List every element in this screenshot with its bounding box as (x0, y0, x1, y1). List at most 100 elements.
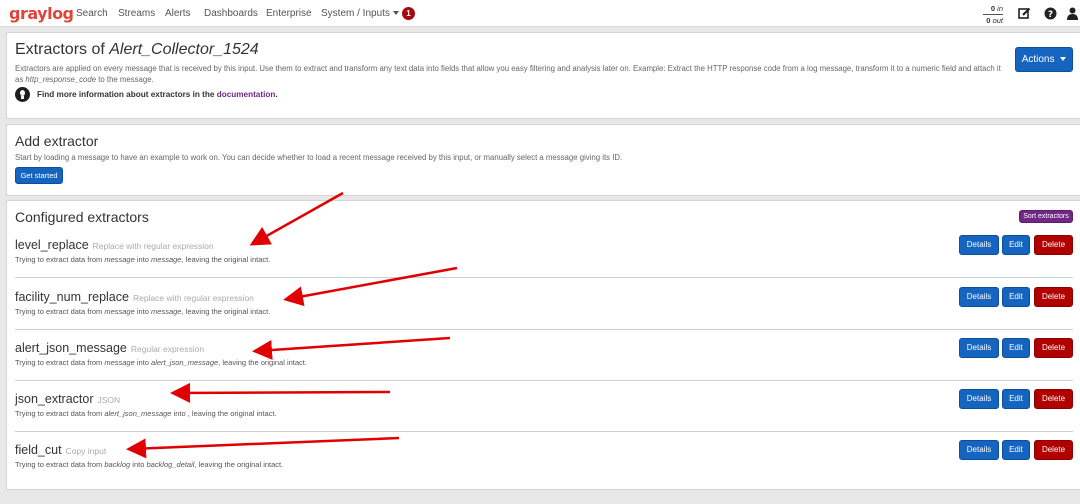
target-field: backlog_detail (146, 460, 195, 469)
tip-end: . (275, 90, 278, 99)
desc-prefix: Trying to extract data from (15, 460, 105, 469)
extractor-row: level_replace Replace with regular expres… (7, 234, 1080, 278)
extractor-name: json_extractor (15, 392, 94, 406)
throughput-out-unit: out (992, 16, 1003, 25)
desc-suffix: , leaving the original intact. (194, 460, 284, 469)
throughput-indicator[interactable]: 0 in 0 out (983, 4, 1003, 25)
get-started-button[interactable]: Get started (15, 167, 63, 184)
throughput-in-unit: in (997, 4, 1003, 13)
desc-into: into (134, 358, 152, 367)
extractor-row: alert_json_message Regular expression Tryi… (7, 337, 1080, 381)
edit-button[interactable]: Edit (1002, 389, 1030, 409)
extractor-name: facility_num_replace (15, 290, 129, 304)
page-title: Extractors of Alert_Collector_1524 (15, 41, 259, 59)
description-part-1: Extractors are applied on every message … (15, 64, 1001, 84)
actions-button[interactable]: Actions (1015, 47, 1073, 72)
add-extractor-description: Start by loading a message to have an ex… (15, 153, 623, 162)
delete-button[interactable]: Delete (1034, 338, 1073, 358)
extractor-title: field_cut Copy input (15, 443, 106, 457)
source-field: message (104, 255, 135, 264)
desc-into: into (171, 409, 188, 418)
chevron-down-icon (1060, 57, 1067, 62)
delete-button[interactable]: Delete (1034, 389, 1073, 409)
extractor-description: Trying to extract data from backlog into… (15, 460, 283, 469)
chevron-down-icon (392, 11, 399, 16)
nav-enterprise[interactable]: Enterprise (266, 8, 312, 19)
extractors-header-panel: Extractors of Alert_Collector_1524 Extra… (6, 32, 1080, 119)
row-divider (15, 380, 1073, 381)
row-divider (15, 329, 1073, 330)
nav-system-label: System / Inputs (321, 8, 390, 19)
nav-system-inputs[interactable]: System / Inputs (321, 8, 399, 19)
graylog-logo[interactable]: graylog (9, 4, 74, 23)
desc-suffix: , leaving the original intact. (218, 358, 307, 367)
user-icon[interactable] (1067, 7, 1078, 20)
details-button[interactable]: Details (959, 235, 999, 255)
sort-extractors-button[interactable]: Sort extractors (1019, 210, 1073, 223)
extractor-title: json_extractor JSON (15, 392, 120, 406)
notification-badge[interactable]: 1 (402, 7, 415, 20)
desc-into: into (130, 460, 147, 469)
desc-prefix: Trying to extract data from (15, 409, 105, 418)
row-divider (15, 431, 1073, 432)
extractor-type: Replace with regular expression (132, 293, 254, 303)
details-button[interactable]: Details (959, 440, 999, 460)
extractor-name: field_cut (15, 443, 62, 457)
nav-dashboards[interactable]: Dashboards (204, 8, 258, 19)
desc-suffix: , leaving the original intact. (181, 255, 271, 264)
extractor-type: JSON (97, 395, 121, 405)
top-navbar: graylog Search Streams Alerts Dashboards… (0, 0, 1080, 27)
extractor-type: Replace with regular expression (92, 241, 214, 251)
edit-button[interactable]: Edit (1002, 235, 1030, 255)
extractor-description: Trying to extract data from message into… (15, 358, 307, 367)
desc-suffix: , leaving the original intact. (181, 307, 271, 316)
target-field: alert_json_message (151, 358, 219, 367)
edit-button[interactable]: Edit (1002, 338, 1030, 358)
details-button[interactable]: Details (959, 338, 999, 358)
nav-streams[interactable]: Streams (118, 8, 155, 19)
details-button[interactable]: Details (959, 287, 999, 307)
extractor-description: Trying to extract data from message into… (15, 307, 270, 316)
description-field: http_response_code (25, 75, 97, 84)
extractor-title: level_replace Replace with regular expres… (15, 238, 214, 252)
edit-button[interactable]: Edit (1002, 440, 1030, 460)
tip-text: Find more information about extractors i… (37, 90, 217, 99)
nav-search[interactable]: Search (76, 8, 108, 19)
desc-suffix: , leaving the original intact. (187, 409, 277, 418)
target-field: message (151, 255, 182, 264)
source-field: message (104, 358, 135, 367)
documentation-tip: Find more information about extractors i… (37, 90, 278, 99)
extractor-title: alert_json_message Regular expression (15, 341, 204, 355)
throughput-divider (983, 14, 1003, 15)
nav-alerts[interactable]: Alerts (165, 8, 191, 19)
extractor-description: Trying to extract data from message into… (15, 255, 270, 264)
configured-extractors-panel: Configured extractors Sort extractors le… (6, 200, 1080, 490)
edit-icon[interactable] (1018, 7, 1031, 20)
desc-into: into (134, 255, 152, 264)
input-name: Alert_Collector_1524 (109, 41, 259, 58)
throughput-in-value: 0 (990, 4, 996, 13)
extractor-type: Regular expression (130, 344, 205, 354)
actions-label: Actions (1021, 54, 1055, 65)
description-part-2: to the message. (96, 75, 154, 84)
extractor-description: Trying to extract data from alert_json_m… (15, 409, 277, 418)
help-icon[interactable]: ? (1044, 7, 1057, 20)
documentation-link[interactable]: documentation (217, 90, 276, 99)
source-field: alert_json_message (104, 409, 172, 418)
page-title-prefix: Extractors of (15, 41, 110, 58)
extractor-row: field_cut Copy input Trying to extract dat… (7, 439, 1080, 483)
extractor-title: facility_num_replace Replace with regular… (15, 290, 254, 304)
configured-extractors-title: Configured extractors (15, 209, 149, 225)
desc-prefix: Trying to extract data from (15, 255, 105, 264)
details-button[interactable]: Details (959, 389, 999, 409)
svg-text:?: ? (1048, 10, 1053, 20)
source-field: message (104, 307, 135, 316)
delete-button[interactable]: Delete (1034, 440, 1073, 460)
delete-button[interactable]: Delete (1034, 287, 1073, 307)
extractor-row: json_extractor JSON Trying to extract data… (7, 388, 1080, 432)
desc-prefix: Trying to extract data from (15, 358, 105, 367)
add-extractor-panel: Add extractor Start by loading a message… (6, 124, 1080, 196)
delete-button[interactable]: Delete (1034, 235, 1073, 255)
edit-button[interactable]: Edit (1002, 287, 1030, 307)
target-field: message (151, 307, 182, 316)
